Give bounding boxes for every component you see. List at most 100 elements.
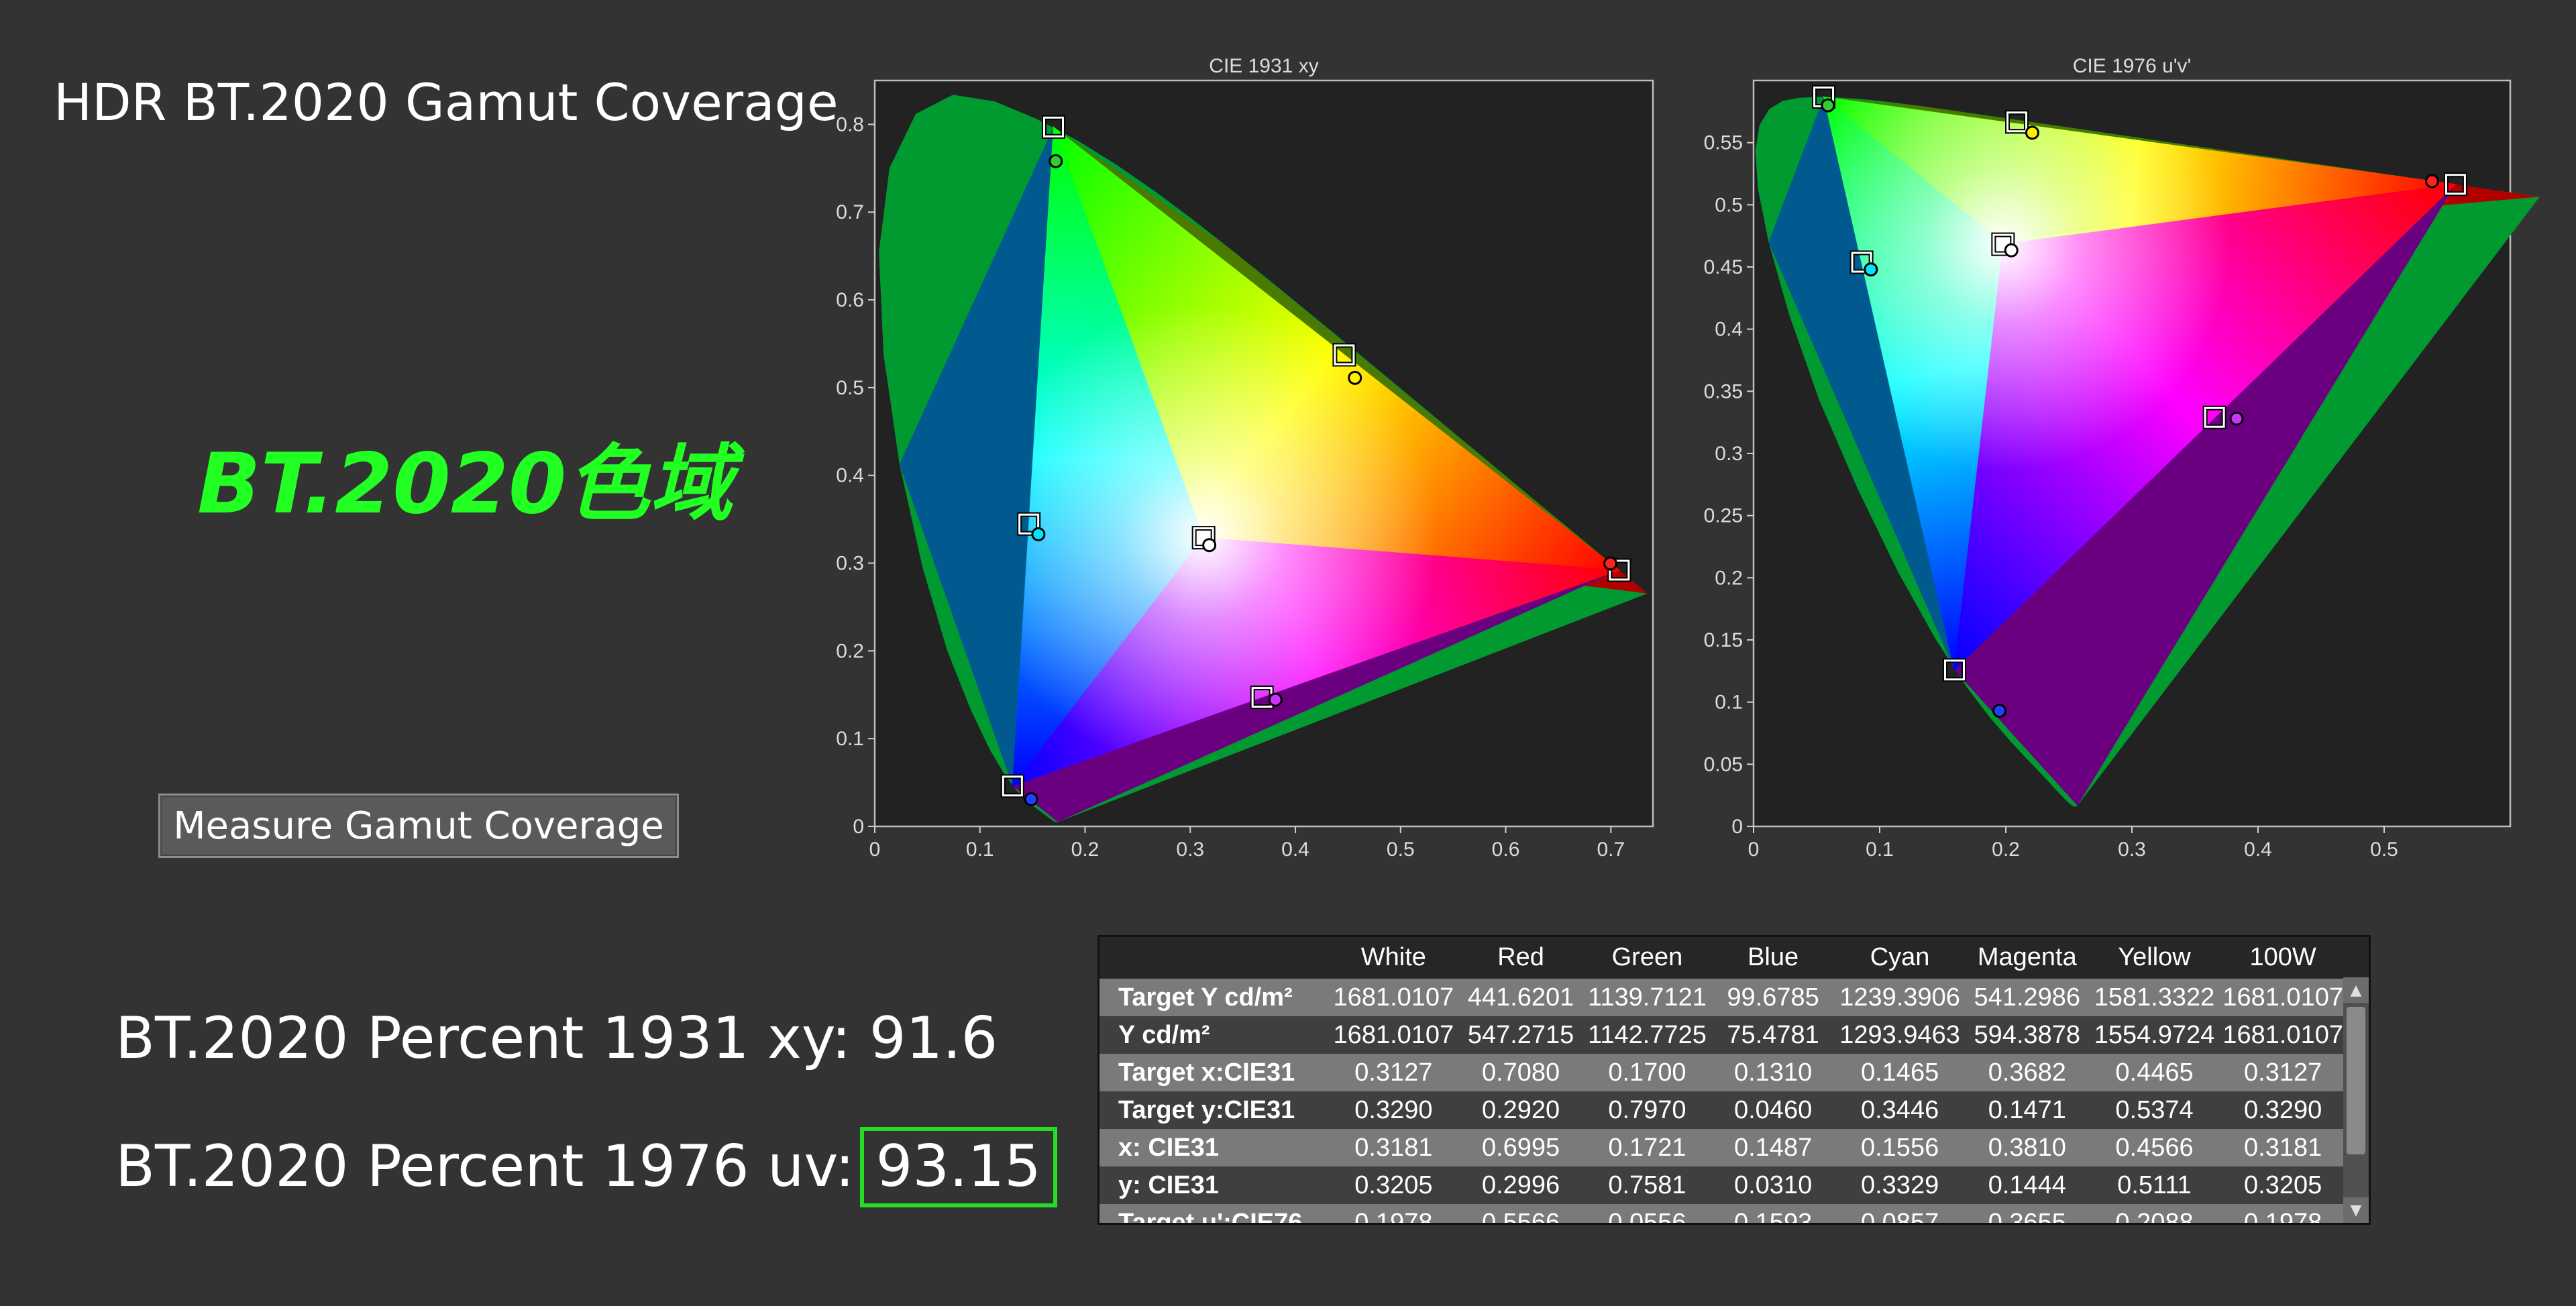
x-tick-label: 0.1	[1866, 838, 1894, 861]
table-cell: 1142.7725	[1583, 1016, 1711, 1054]
app-title: HDR BT.2020 Gamut Coverage	[54, 72, 839, 132]
row-label: Target x:CIE31	[1099, 1054, 1330, 1091]
x-tick-label: 0.4	[1281, 838, 1309, 861]
table-cell: 0.6995	[1458, 1129, 1584, 1166]
table-cell: 0.1465	[1835, 1054, 1964, 1091]
table-cell: 0.5566	[1458, 1204, 1584, 1223]
x-tick-label: 0.4	[2244, 838, 2272, 861]
table-cell: 0.5111	[2090, 1166, 2219, 1204]
table-cell: 0.7970	[1583, 1091, 1711, 1129]
y-tick-label: 0.5	[836, 377, 864, 399]
chart-title: CIE 1931 xy	[1209, 55, 1318, 77]
y-tick-label: 0.1	[1715, 692, 1743, 714]
table-row: Target Y cd/m² 1681.0107 441.6201 1139.7121…	[1099, 979, 2347, 1016]
measured-point-marker	[1348, 370, 1362, 385]
measure-gamut-button[interactable]: Measure Gamut Coverage	[158, 794, 679, 858]
x-tick-label: 0.1	[966, 838, 994, 861]
table-cell: 594.3878	[1964, 1016, 2090, 1054]
measured-point-marker	[2229, 411, 2244, 426]
x-tick-label: 0	[1748, 838, 1760, 861]
measured-point-marker	[1603, 556, 1618, 571]
measured-point-marker	[1031, 527, 1046, 541]
table-cell: 1139.7121	[1583, 979, 1711, 1016]
result-xy-value: 91.6	[869, 1005, 998, 1072]
x-tick-label: 0.2	[1992, 838, 2020, 861]
table-cell: 0.0857	[1835, 1204, 1964, 1223]
table-cell: 1293.9463	[1835, 1016, 1964, 1054]
column-header: Blue	[1710, 937, 1836, 979]
measured-point-marker	[1202, 538, 1217, 553]
table-row: Target u':CIE76 0.1978 0.5566 0.0556 0.1593 0…	[1099, 1204, 2347, 1223]
table-cell: 99.6785	[1710, 979, 1836, 1016]
column-header	[1099, 937, 1330, 979]
table-row: Target y:CIE31 0.3290 0.2920 0.7970 0.0460 0.…	[1099, 1091, 2347, 1129]
table-header-row: White Red Green Blue Cyan Magenta Yellow 100W	[1099, 937, 2347, 979]
table-cell: 1681.0107	[2218, 1016, 2347, 1054]
result-uv-highlight-box: 93.15	[859, 1127, 1057, 1207]
table-cell: 0.3181	[1329, 1129, 1458, 1166]
table-cell: 0.3682	[1964, 1054, 2090, 1091]
table-cell: 0.1310	[1710, 1054, 1836, 1091]
table-row: x: CIE31 0.3181 0.6995 0.1721 0.1487 0.1556 0.…	[1099, 1129, 2347, 1166]
column-header: Red	[1458, 937, 1584, 979]
scroll-down-icon[interactable]: ▼	[2343, 1197, 2369, 1223]
gamut-label: BT.2020色域	[197, 436, 733, 533]
row-label: y: CIE31	[1099, 1166, 1330, 1204]
result-uv: BT.2020 Percent 1976 uv: 93.15	[115, 1127, 1057, 1207]
table-cell: 0.2088	[2090, 1204, 2219, 1223]
table-cell: 0.3810	[1964, 1129, 2090, 1166]
row-label: Y cd/m²	[1099, 1016, 1330, 1054]
measured-point-marker	[1049, 154, 1063, 168]
table-cell: 0.2996	[1458, 1166, 1584, 1204]
result-xy: BT.2020 Percent 1931 xy: 91.6	[115, 1005, 998, 1072]
table-cell: 0.1978	[1329, 1204, 1458, 1223]
column-header: Yellow	[2090, 937, 2219, 979]
table-cell: 0.1471	[1964, 1091, 2090, 1129]
y-tick-label: 0	[1731, 816, 1743, 838]
result-uv-value: 93.15	[875, 1133, 1041, 1200]
measured-point-marker	[1864, 262, 1878, 277]
scroll-thumb[interactable]	[2347, 1007, 2365, 1154]
x-tick-label: 0.5	[2370, 838, 2398, 861]
table-cell: 1681.0107	[2218, 979, 2347, 1016]
table-cell: 0.1700	[1583, 1054, 1711, 1091]
table-cell: 0.3205	[1329, 1166, 1458, 1204]
y-tick-label: 0.25	[1704, 505, 1743, 527]
table-cell: 0.1444	[1964, 1166, 2090, 1204]
y-tick-label: 0.7	[836, 201, 864, 223]
table-cell: 75.4781	[1710, 1016, 1836, 1054]
table-cell: 441.6201	[1458, 979, 1584, 1016]
y-tick-label: 0.4	[1715, 319, 1743, 341]
chart-svg: CIE 1931 xy 0 0.1 0.2 0.3 0.4 0.5 0.6 0.7 0 0.1 0.2…	[836, 55, 1654, 861]
scroll-up-icon[interactable]: ▲	[2343, 977, 2369, 1003]
result-uv-label: BT.2020 Percent 1976 uv:	[115, 1133, 855, 1200]
y-tick-label: 0.35	[1704, 380, 1743, 402]
table-vertical-scrollbar[interactable]: ▲ ▼	[2343, 977, 2369, 1223]
y-tick-label: 0.45	[1704, 256, 1743, 278]
table-cell: 0.0556	[1583, 1204, 1711, 1223]
table-cell: 547.2715	[1458, 1016, 1584, 1054]
y-tick-label: 0.6	[836, 289, 864, 311]
table-cell: 0.3181	[2218, 1129, 2347, 1166]
x-tick-label: 0.2	[1071, 838, 1099, 861]
table-cell: 0.3205	[2218, 1166, 2347, 1204]
table-cell: 0.2920	[1458, 1091, 1584, 1129]
row-label: Target Y cd/m²	[1099, 979, 1330, 1016]
measured-point-marker	[1024, 792, 1038, 806]
chart-cie1931: CIE 1931 xy 0 0.1 0.2 0.3 0.4 0.5 0.6 0.7 0 0.1 0.2…	[810, 47, 1669, 912]
x-tick-label: 0.5	[1387, 838, 1415, 861]
y-tick-label: 0	[853, 816, 864, 838]
table-cell: 0.5374	[2090, 1091, 2219, 1129]
chart-svg: CIE 1976 u'v' 0 0.1 0.2 0.3 0.4 0.5 0 0.05 0.1 0.1…	[1704, 55, 2540, 861]
column-header: 100W	[2218, 937, 2347, 979]
row-label: Target y:CIE31	[1099, 1091, 1330, 1129]
y-tick-label: 0.5	[1715, 194, 1743, 216]
table-cell: 541.2986	[1964, 979, 2090, 1016]
table-row: y: CIE31 0.3205 0.2996 0.7581 0.0310 0.3329 0.…	[1099, 1166, 2347, 1204]
x-tick-label: 0.3	[1176, 838, 1204, 861]
row-label: Target u':CIE76	[1099, 1204, 1330, 1223]
table-cell: 0.4465	[2090, 1054, 2219, 1091]
table-body: Target Y cd/m² 1681.0107 441.6201 1139.7121…	[1099, 979, 2347, 1223]
table-cell: 0.3446	[1835, 1091, 1964, 1129]
measured-point-marker	[2004, 243, 2019, 258]
